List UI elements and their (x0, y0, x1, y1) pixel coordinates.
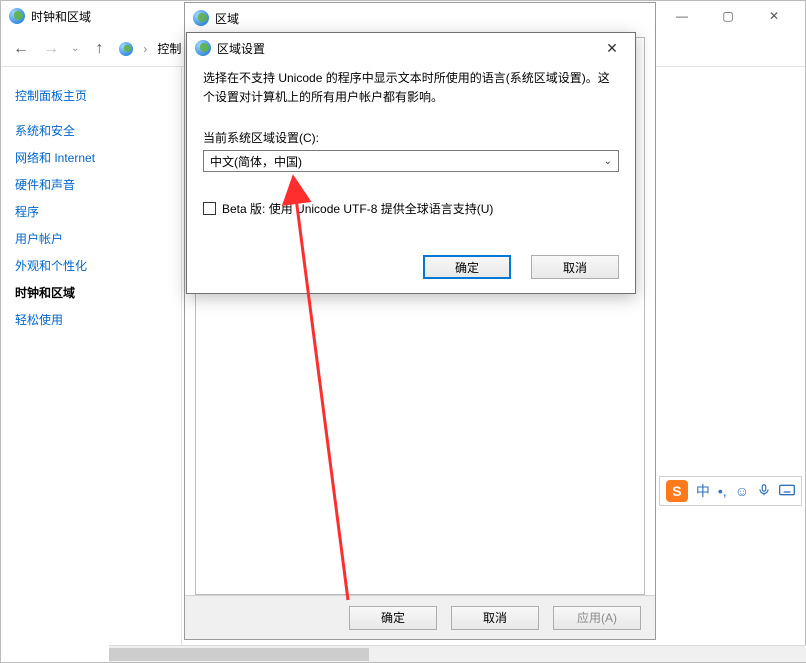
maximize-button[interactable]: ▢ (705, 1, 751, 31)
dialog-footer: 确定 取消 (187, 243, 635, 293)
sogou-logo-icon[interactable]: S (666, 480, 688, 502)
beta-utf8-checkbox[interactable] (203, 202, 216, 215)
microphone-icon[interactable] (757, 483, 771, 500)
close-button[interactable]: ✕ (751, 1, 797, 31)
ime-punct-toggle[interactable]: •, (718, 483, 727, 499)
category-list: 系统和安全 网络和 Internet 硬件和声音 程序 用户帐户 外观和个性化 … (15, 122, 181, 328)
breadcrumb-text[interactable]: 控制 (157, 40, 181, 57)
sidebar-item-network-internet[interactable]: 网络和 Internet (15, 149, 181, 166)
forward-button[interactable]: → (41, 40, 61, 58)
region-footer: 确定 取消 应用(A) (185, 595, 655, 639)
dialog-title: 区域设置 (217, 40, 265, 57)
sidebar-item-appearance[interactable]: 外观和个性化 (15, 257, 181, 274)
horizontal-scrollbar[interactable] (109, 645, 806, 662)
dialog-ok-button[interactable]: 确定 (423, 255, 511, 279)
breadcrumb-sep: › (143, 42, 147, 56)
sidebar-item-hardware-sound[interactable]: 硬件和声音 (15, 176, 181, 193)
breadcrumb-globe-icon (119, 42, 133, 56)
locale-combo-value: 中文(简体，中国) (210, 153, 302, 170)
back-button[interactable]: ← (11, 40, 31, 58)
ime-lang-toggle[interactable]: 中 (696, 481, 710, 501)
outer-window-title: 时钟和区域 (31, 8, 91, 25)
history-dropdown[interactable]: ⌄ (71, 43, 79, 54)
globe-icon (9, 8, 25, 24)
sidebar: 控制面板主页 系统和安全 网络和 Internet 硬件和声音 程序 用户帐户 … (1, 67, 181, 662)
sidebar-item-system-security[interactable]: 系统和安全 (15, 122, 181, 139)
region-settings-dialog: 区域设置 ✕ 选择在不支持 Unicode 的程序中显示文本时所使用的语言(系统… (186, 32, 636, 294)
dialog-cancel-button[interactable]: 取消 (531, 255, 619, 279)
minimize-button[interactable]: — (659, 1, 705, 31)
region-titlebar: 区域 (185, 3, 655, 33)
globe-icon (195, 40, 211, 56)
keyboard-icon[interactable] (779, 483, 795, 500)
sidebar-item-user-accounts[interactable]: 用户帐户 (15, 230, 181, 247)
sidebar-item-programs[interactable]: 程序 (15, 203, 181, 220)
region-cancel-button[interactable]: 取消 (451, 606, 539, 630)
region-apply-button[interactable]: 应用(A) (553, 606, 641, 630)
up-button[interactable]: ↑ (89, 40, 109, 58)
dialog-description: 选择在不支持 Unicode 的程序中显示文本时所使用的语言(系统区域设置)。这… (203, 69, 619, 107)
locale-combo[interactable]: 中文(简体，中国) ⌄ (203, 150, 619, 172)
beta-utf8-row: Beta 版: 使用 Unicode UTF-8 提供全球语言支持(U) (203, 200, 619, 217)
dialog-body: 选择在不支持 Unicode 的程序中显示文本时所使用的语言(系统区域设置)。这… (187, 63, 635, 243)
globe-icon (193, 10, 209, 26)
beta-utf8-label: Beta 版: 使用 Unicode UTF-8 提供全球语言支持(U) (222, 200, 493, 217)
chevron-down-icon: ⌄ (604, 156, 612, 167)
dialog-close-button[interactable]: ✕ (597, 36, 627, 60)
control-panel-home-link[interactable]: 控制面板主页 (15, 87, 181, 104)
outer-caption-buttons: — ▢ ✕ (659, 1, 797, 31)
ime-emoji-button[interactable]: ☺ (735, 483, 749, 499)
region-ok-button[interactable]: 确定 (349, 606, 437, 630)
dialog-titlebar: 区域设置 ✕ (187, 33, 635, 63)
sidebar-item-clock-region[interactable]: 时钟和区域 (15, 284, 181, 301)
region-window-title: 区域 (215, 10, 239, 27)
ime-toolbar[interactable]: S 中 •, ☺ (659, 476, 802, 506)
sidebar-item-ease-of-access[interactable]: 轻松使用 (15, 311, 181, 328)
locale-combo-label: 当前系统区域设置(C): (203, 129, 619, 146)
scrollbar-thumb[interactable] (109, 648, 369, 661)
